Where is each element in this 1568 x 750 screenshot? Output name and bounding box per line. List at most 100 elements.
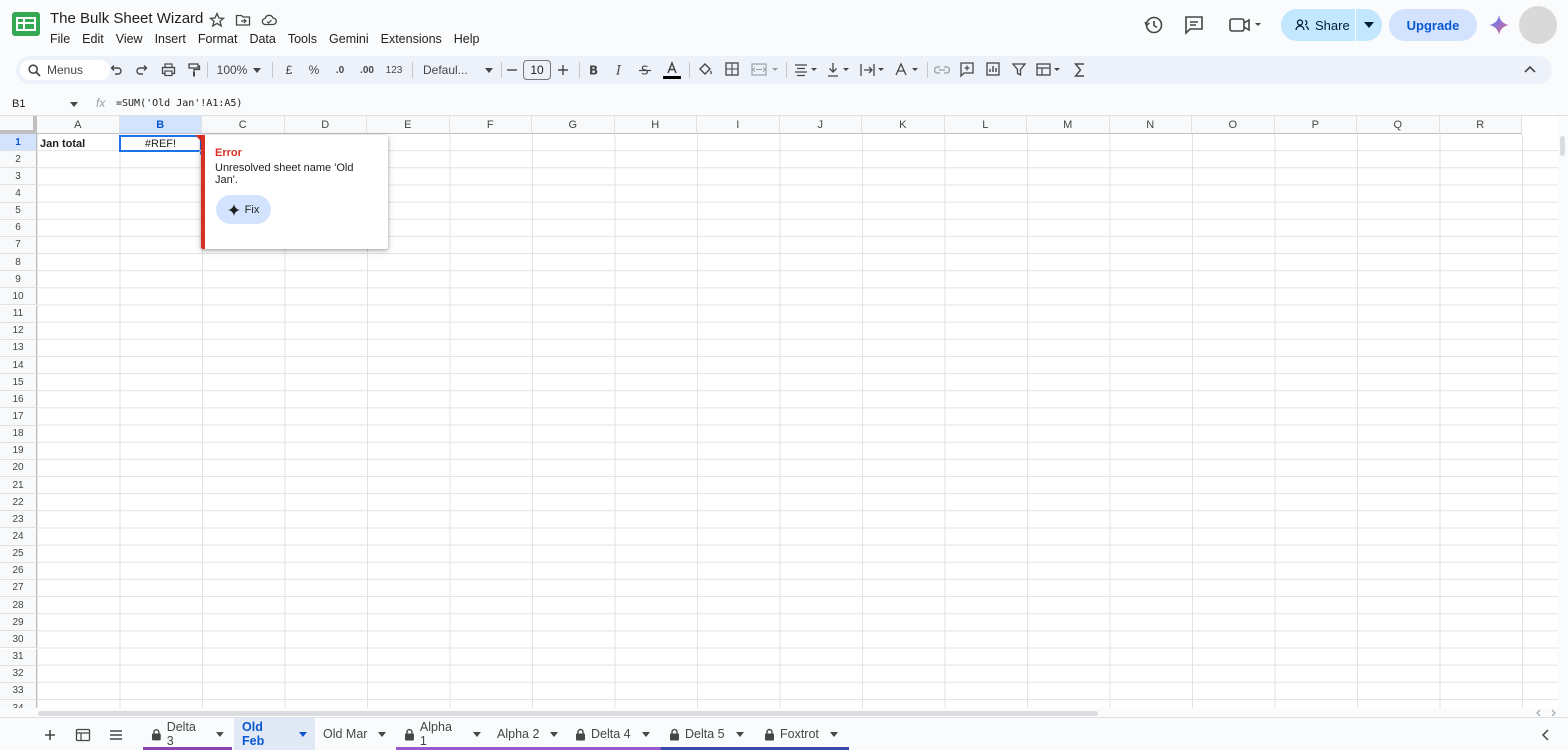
- collapse-sidebar-icon[interactable]: [1538, 727, 1554, 743]
- vertical-scrollbar[interactable]: [1560, 136, 1565, 156]
- sheet-tab-alpha-1[interactable]: Alpha 1: [396, 718, 489, 750]
- column-header-m[interactable]: M: [1027, 116, 1110, 134]
- filter-icon[interactable]: [1011, 60, 1027, 80]
- caret-down-icon[interactable]: [735, 731, 744, 737]
- share-button[interactable]: Share: [1281, 9, 1382, 41]
- horizontal-align-icon[interactable]: [793, 60, 819, 80]
- row-header-24[interactable]: 24: [0, 528, 37, 546]
- row-header-32[interactable]: 32: [0, 665, 37, 683]
- bold-icon[interactable]: B: [586, 60, 600, 80]
- all-sheets-icon[interactable]: [108, 727, 124, 743]
- row-header-7[interactable]: 7: [0, 236, 37, 255]
- row-header-19[interactable]: 19: [0, 442, 37, 460]
- row-header-25[interactable]: 25: [0, 545, 37, 563]
- decrease-font-size-icon[interactable]: [506, 60, 518, 80]
- column-header-l[interactable]: L: [944, 116, 1027, 134]
- decrease-decimal-button[interactable]: .0: [331, 60, 349, 80]
- format-percent-button[interactable]: %: [306, 60, 322, 80]
- row-header-31[interactable]: 31: [0, 648, 37, 666]
- strikethrough-icon[interactable]: S: [638, 60, 652, 80]
- undo-icon[interactable]: [109, 60, 123, 80]
- gemini-icon[interactable]: [1489, 15, 1509, 35]
- add-sheet-icon[interactable]: [42, 727, 58, 743]
- increase-font-size-icon[interactable]: [557, 60, 569, 80]
- row-header-29[interactable]: 29: [0, 614, 37, 632]
- row-header-22[interactable]: 22: [0, 494, 37, 512]
- row-header-18[interactable]: 18: [0, 425, 37, 443]
- row-header-27[interactable]: 27: [0, 579, 37, 598]
- menu-tools[interactable]: Tools: [282, 30, 323, 48]
- menu-view[interactable]: View: [110, 30, 149, 48]
- sheet-tab-delta-3[interactable]: Delta 3: [143, 718, 232, 750]
- print-icon[interactable]: [161, 60, 176, 80]
- column-header-i[interactable]: I: [697, 116, 780, 134]
- column-header-q[interactable]: Q: [1357, 116, 1440, 134]
- sheet-tab-alpha-2[interactable]: Alpha 2: [489, 718, 567, 750]
- fill-color-icon[interactable]: [697, 60, 713, 80]
- column-header-h[interactable]: H: [614, 116, 697, 134]
- row-header-4[interactable]: 4: [0, 185, 37, 203]
- row-header-12[interactable]: 12: [0, 322, 37, 340]
- sheet-tab-foxtrot[interactable]: Foxtrot: [756, 718, 849, 750]
- menu-insert[interactable]: Insert: [149, 30, 192, 48]
- column-header-n[interactable]: N: [1109, 116, 1192, 134]
- caret-down-icon[interactable]: [299, 731, 307, 737]
- cell-b1[interactable]: #REF!: [119, 135, 202, 152]
- menu-extensions[interactable]: Extensions: [375, 30, 448, 48]
- scroll-left-icon[interactable]: [1534, 709, 1544, 717]
- search-menus-button[interactable]: Menus: [20, 60, 110, 80]
- share-dropdown[interactable]: [1356, 22, 1382, 28]
- version-history-icon[interactable]: [1143, 14, 1165, 36]
- row-header-3[interactable]: 3: [0, 168, 37, 186]
- star-icon[interactable]: [209, 12, 225, 28]
- row-header-13[interactable]: 13: [0, 339, 37, 357]
- text-color-icon[interactable]: [663, 60, 681, 80]
- row-header-6[interactable]: 6: [0, 219, 37, 237]
- menu-file[interactable]: File: [44, 30, 76, 48]
- sheet-tab-delta-4[interactable]: Delta 4: [567, 718, 661, 750]
- collapse-toolbar-icon[interactable]: [1522, 60, 1538, 80]
- filter-views-icon[interactable]: [1035, 60, 1063, 80]
- fix-button[interactable]: Fix: [216, 195, 271, 224]
- column-header-b[interactable]: B: [119, 116, 202, 134]
- cloud-status-icon[interactable]: [261, 12, 277, 28]
- menu-help[interactable]: Help: [448, 30, 486, 48]
- row-header-14[interactable]: 14: [0, 356, 37, 375]
- zoom-select[interactable]: 100%: [213, 60, 265, 80]
- column-header-g[interactable]: G: [532, 116, 615, 134]
- merge-cells-icon[interactable]: [750, 60, 780, 80]
- comments-icon[interactable]: [1183, 14, 1205, 36]
- row-header-34[interactable]: 34: [0, 699, 37, 708]
- insert-link-icon[interactable]: [933, 60, 951, 80]
- sheet-tab-old-mar[interactable]: Old Mar: [315, 718, 396, 750]
- column-header-j[interactable]: J: [779, 116, 862, 134]
- format-currency-button[interactable]: £: [281, 60, 297, 80]
- font-size-input[interactable]: 10: [523, 60, 551, 80]
- account-avatar[interactable]: [1519, 6, 1557, 44]
- row-header-2[interactable]: 2: [0, 151, 37, 169]
- row-header-21[interactable]: 21: [0, 477, 37, 495]
- more-formats-button[interactable]: 123: [383, 60, 405, 80]
- caret-down-icon[interactable]: [216, 731, 224, 737]
- caret-down-icon[interactable]: [550, 731, 559, 737]
- vertical-align-icon[interactable]: [826, 60, 852, 80]
- column-header-d[interactable]: D: [284, 116, 367, 134]
- upgrade-button[interactable]: Upgrade: [1389, 9, 1477, 41]
- text-wrapping-icon[interactable]: [859, 60, 887, 80]
- cell-a1[interactable]: Jan total: [40, 135, 85, 152]
- row-header-8[interactable]: 8: [0, 254, 37, 272]
- row-header-20[interactable]: 20: [0, 459, 37, 477]
- formula-input[interactable]: =SUM('Old Jan'!A1:A5): [116, 98, 242, 109]
- row-header-10[interactable]: 10: [0, 288, 37, 306]
- row-header-23[interactable]: 23: [0, 511, 37, 529]
- move-folder-icon[interactable]: [235, 12, 251, 28]
- functions-icon[interactable]: [1072, 60, 1088, 80]
- horizontal-scrollbar[interactable]: [38, 711, 1098, 716]
- name-box[interactable]: B1: [12, 98, 78, 110]
- redo-icon[interactable]: [135, 60, 149, 80]
- caret-down-icon[interactable]: [641, 731, 650, 737]
- row-header-16[interactable]: 16: [0, 391, 37, 409]
- column-header-a[interactable]: A: [37, 116, 120, 134]
- select-all-corner[interactable]: [0, 116, 37, 134]
- insert-comment-icon[interactable]: [959, 60, 975, 80]
